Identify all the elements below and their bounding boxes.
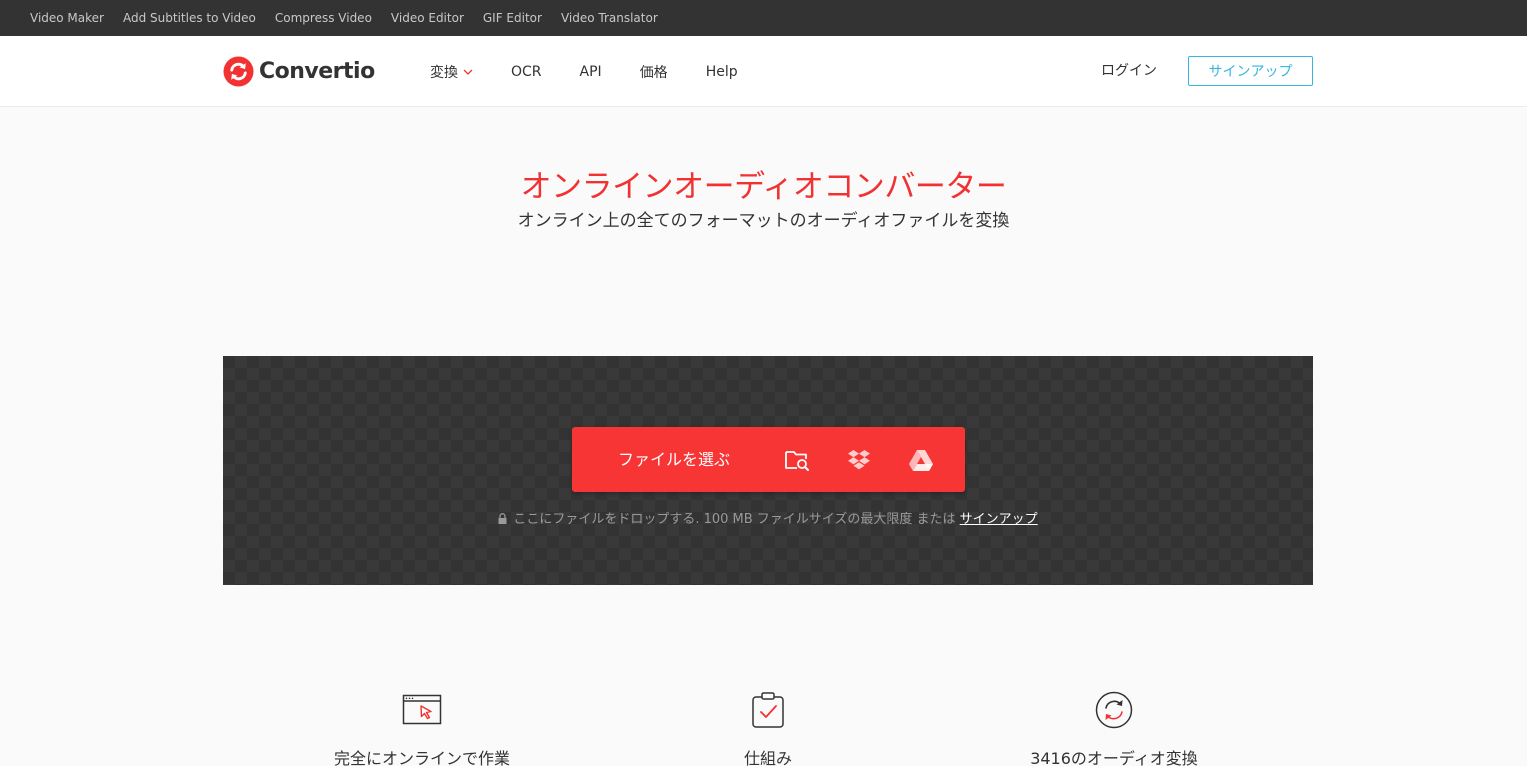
nav-help[interactable]: Help [706, 64, 738, 80]
login-link[interactable]: ログイン [1101, 60, 1157, 80]
topbar-link-gif-editor[interactable]: GIF Editor [483, 11, 542, 25]
page-subtitle: オンライン上の全てのフォーマットのオーディオファイルを変換 [517, 211, 1010, 231]
refresh-circle-icon [1095, 691, 1133, 729]
feature-conversions: 3416のオーディオ変換 [914, 690, 1314, 766]
feature-how-it-works: 仕組み [568, 690, 968, 766]
top-bar: Video Maker Add Subtitles to Video Compr… [0, 0, 1527, 36]
feature-online-label: 完全にオンラインで作業 [333, 749, 510, 766]
feature-how-it-works-label: 仕組み [743, 749, 792, 766]
page-title: オンラインオーディオコンバーター [520, 169, 1007, 205]
choose-file-button[interactable]: ファイルを選ぶ [572, 427, 965, 492]
logo[interactable]: Convertio [223, 55, 375, 87]
topbar-links: Video Maker Add Subtitles to Video Compr… [30, 0, 677, 36]
logo-text: Convertio [259, 58, 375, 84]
google-drive-icon[interactable] [908, 447, 934, 473]
feature-online: 完全にオンラインで作業 [222, 690, 622, 766]
choose-file-label: ファイルを選ぶ [618, 450, 731, 469]
feature-conversions-label: 3416のオーディオ変換 [1030, 749, 1198, 766]
topbar-link-add-subtitles[interactable]: Add Subtitles to Video [123, 11, 256, 25]
signup-button[interactable]: サインアップ [1188, 56, 1313, 86]
site-header: Convertio 変換 OCR API 価格 Help ログイン サインアップ [0, 36, 1527, 107]
browser-cursor-icon [402, 694, 442, 725]
upload-dropzone[interactable]: ファイルを選ぶ ここにファイルをドロップする. 100 MB ファイルサイズの最… [223, 356, 1313, 585]
folder-search-icon[interactable] [784, 447, 810, 473]
chevron-down-icon [463, 69, 473, 75]
drop-note-text: ここにファイルをドロップする. 100 MB ファイルサイズの最大限度 または [513, 512, 960, 527]
drop-signup-link[interactable]: サインアップ [960, 512, 1038, 527]
nav-convert[interactable]: 変換 [430, 62, 473, 82]
nav-api[interactable]: API [580, 64, 602, 80]
nav-convert-label: 変換 [430, 64, 458, 81]
main-nav: 変換 OCR API 価格 Help [430, 36, 776, 107]
nav-pricing[interactable]: 価格 [640, 62, 668, 82]
topbar-link-compress-video[interactable]: Compress Video [275, 11, 372, 25]
dropbox-icon[interactable] [846, 447, 872, 473]
topbar-link-video-translator[interactable]: Video Translator [561, 11, 658, 25]
drop-note: ここにファイルをドロップする. 100 MB ファイルサイズの最大限度 または … [223, 508, 1313, 527]
lock-icon [498, 513, 507, 524]
convertio-logo-icon [223, 55, 254, 87]
topbar-link-video-editor[interactable]: Video Editor [391, 11, 464, 25]
nav-ocr[interactable]: OCR [511, 64, 542, 80]
clipboard-check-icon [752, 692, 784, 728]
topbar-link-video-maker[interactable]: Video Maker [30, 11, 104, 25]
